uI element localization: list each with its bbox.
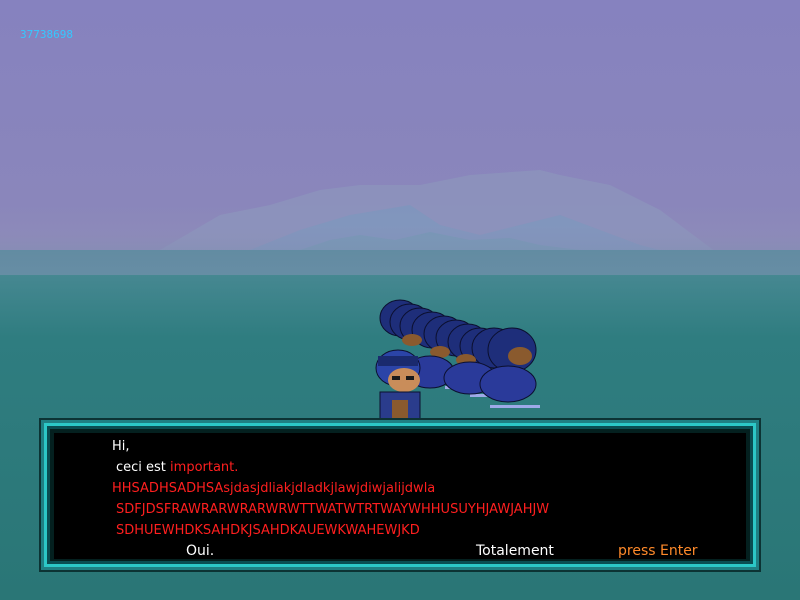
dialog-line-5: SDHUEWHDKSAHDKJSAHDKAUEWKWAHEWJKD — [116, 523, 420, 538]
choice-totalement[interactable]: Totalement — [476, 543, 554, 559]
dialog-emphasis: important. — [170, 460, 239, 475]
horizon-mist — [0, 225, 800, 275]
dialog-text-area: Hi, ceci est important. HHSADHSADHSAsjda… — [54, 433, 746, 559]
score-counter: 37738698 — [20, 28, 73, 41]
dialog-line-3: HHSADHSADHSAsjdasjdliakjdladkjlawjdiwjal… — [112, 481, 436, 496]
dialog-greeting: Hi, — [112, 439, 130, 454]
press-enter-prompt: press Enter — [618, 543, 698, 559]
dialog-line-2: ceci est important. — [116, 460, 238, 476]
dialog-box: Hi, ceci est important. HHSADHSADHSAsjda… — [41, 420, 759, 570]
choice-oui[interactable]: Oui. — [186, 543, 214, 559]
dialog-line-2-text: ceci est — [116, 460, 171, 475]
dialog-line-4: SDFJDSFRAWRARWRARWRWTTWATWTRTWAYWHHUSUYH… — [116, 502, 550, 517]
